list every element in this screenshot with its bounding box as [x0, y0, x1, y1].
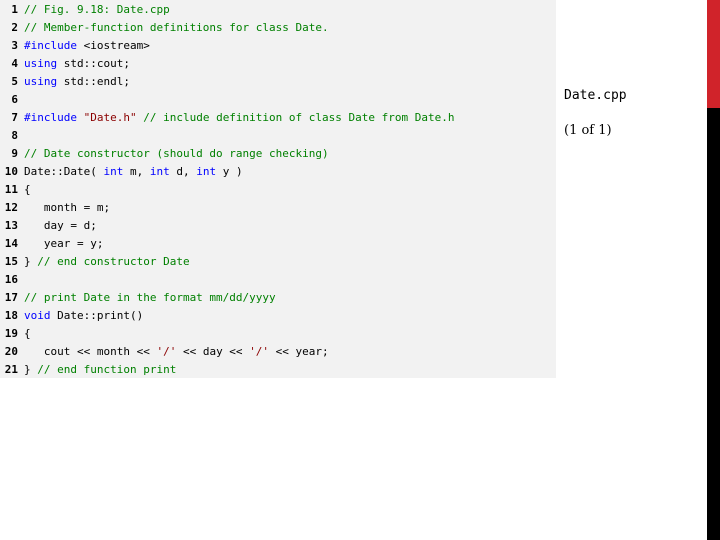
line-number: 7 — [11, 111, 18, 124]
code-string: '/' — [249, 345, 270, 358]
code-text: cout << month << '/' << day << '/' << ye… — [24, 343, 329, 361]
code-token: <iostream> — [76, 39, 150, 52]
code-keyword: using — [24, 75, 58, 88]
code-keyword: int — [196, 165, 217, 178]
accent-bar-black — [707, 108, 720, 540]
page-indicator: (1 of 1) — [564, 123, 612, 138]
code-keyword: #include — [24, 39, 77, 52]
code-text: // print Date in the format mm/dd/yyyy — [24, 289, 276, 307]
line-number: 2 — [11, 21, 18, 34]
line-number: 1 — [11, 3, 18, 16]
line-number: 11 — [4, 183, 18, 196]
code-token: << year; — [269, 345, 329, 358]
code-text: // Fig. 9.18: Date.cpp — [24, 1, 170, 19]
code-text: void Date::print() — [24, 307, 143, 325]
code-text: day = d; — [24, 217, 97, 235]
code-keyword: int — [149, 165, 170, 178]
code-token: day = d; — [24, 219, 97, 232]
code-comment: // end constructor Date — [37, 255, 190, 268]
line-number: 21 — [4, 363, 18, 376]
code-text: #include "Date.h" // include definition … — [24, 109, 454, 127]
line-number: 18 — [4, 309, 18, 322]
line-number: 6 — [11, 93, 18, 106]
line-number: 13 — [4, 219, 18, 232]
code-token: d, — [169, 165, 197, 178]
line-number: 12 — [4, 201, 18, 214]
line-number: 14 — [4, 237, 18, 250]
code-text: { — [24, 181, 31, 199]
code-token: y ) — [216, 165, 243, 178]
code-keyword: int — [103, 165, 124, 178]
code-text: // Member-function definitions for class… — [24, 19, 329, 37]
code-text: // Date constructor (should do range che… — [24, 145, 329, 163]
code-token: std::endl; — [57, 75, 130, 88]
line-number: 10 — [4, 165, 18, 178]
code-text: year = y; — [24, 235, 104, 253]
line-number: 9 — [11, 147, 18, 160]
code-text: using std::cout; — [24, 55, 130, 73]
code-comment: // include definition of class Date from… — [143, 111, 455, 124]
code-keyword: using — [24, 57, 58, 70]
code-comment: // Date constructor (should do range che… — [24, 147, 329, 160]
code-comment: // end function print — [37, 363, 177, 376]
line-number: 20 — [4, 345, 18, 358]
accent-bar-red — [707, 0, 720, 108]
code-text: #include <iostream> — [24, 37, 150, 55]
code-token: m, — [123, 165, 150, 178]
code-comment: // Member-function definitions for class… — [24, 21, 329, 34]
line-number: 8 — [11, 129, 18, 142]
line-number: 3 — [11, 39, 18, 52]
code-text: Date::Date( int m, int d, int y ) — [24, 163, 243, 181]
code-token: year = y; — [24, 237, 104, 250]
code-text: month = m; — [24, 199, 110, 217]
line-number: 19 — [4, 327, 18, 340]
code-token: { — [24, 327, 31, 340]
line-number: 15 — [4, 255, 18, 268]
code-keyword: #include — [24, 111, 77, 124]
code-comment: // Fig. 9.18: Date.cpp — [24, 3, 170, 16]
code-token: Date::Date( — [24, 165, 104, 178]
code-token: std::cout; — [57, 57, 130, 70]
filename-label: Date.cpp — [564, 88, 627, 103]
code-keyword: void — [24, 309, 51, 322]
code-text: { — [24, 325, 31, 343]
code-text: using std::endl; — [24, 73, 130, 91]
code-listing: 1 // Fig. 9.18: Date.cpp 2 // Member-functi… — [0, 0, 556, 378]
code-text: } // end function print — [24, 361, 176, 379]
code-string: '/' — [156, 345, 177, 358]
line-number: 5 — [11, 75, 18, 88]
code-token: } — [24, 255, 38, 268]
code-token: cout << month << — [24, 345, 157, 358]
code-token: month = m; — [24, 201, 111, 214]
code-token: } — [24, 363, 38, 376]
code-token: Date::print() — [50, 309, 144, 322]
code-comment: // print Date in the format mm/dd/yyyy — [24, 291, 276, 304]
code-string: "Date.h" — [83, 111, 137, 124]
line-number: 17 — [4, 291, 18, 304]
code-text: } // end constructor Date — [24, 253, 190, 271]
code-token: { — [24, 183, 31, 196]
code-token: << day << — [176, 345, 250, 358]
line-number: 4 — [11, 57, 18, 70]
line-number: 16 — [4, 273, 18, 286]
